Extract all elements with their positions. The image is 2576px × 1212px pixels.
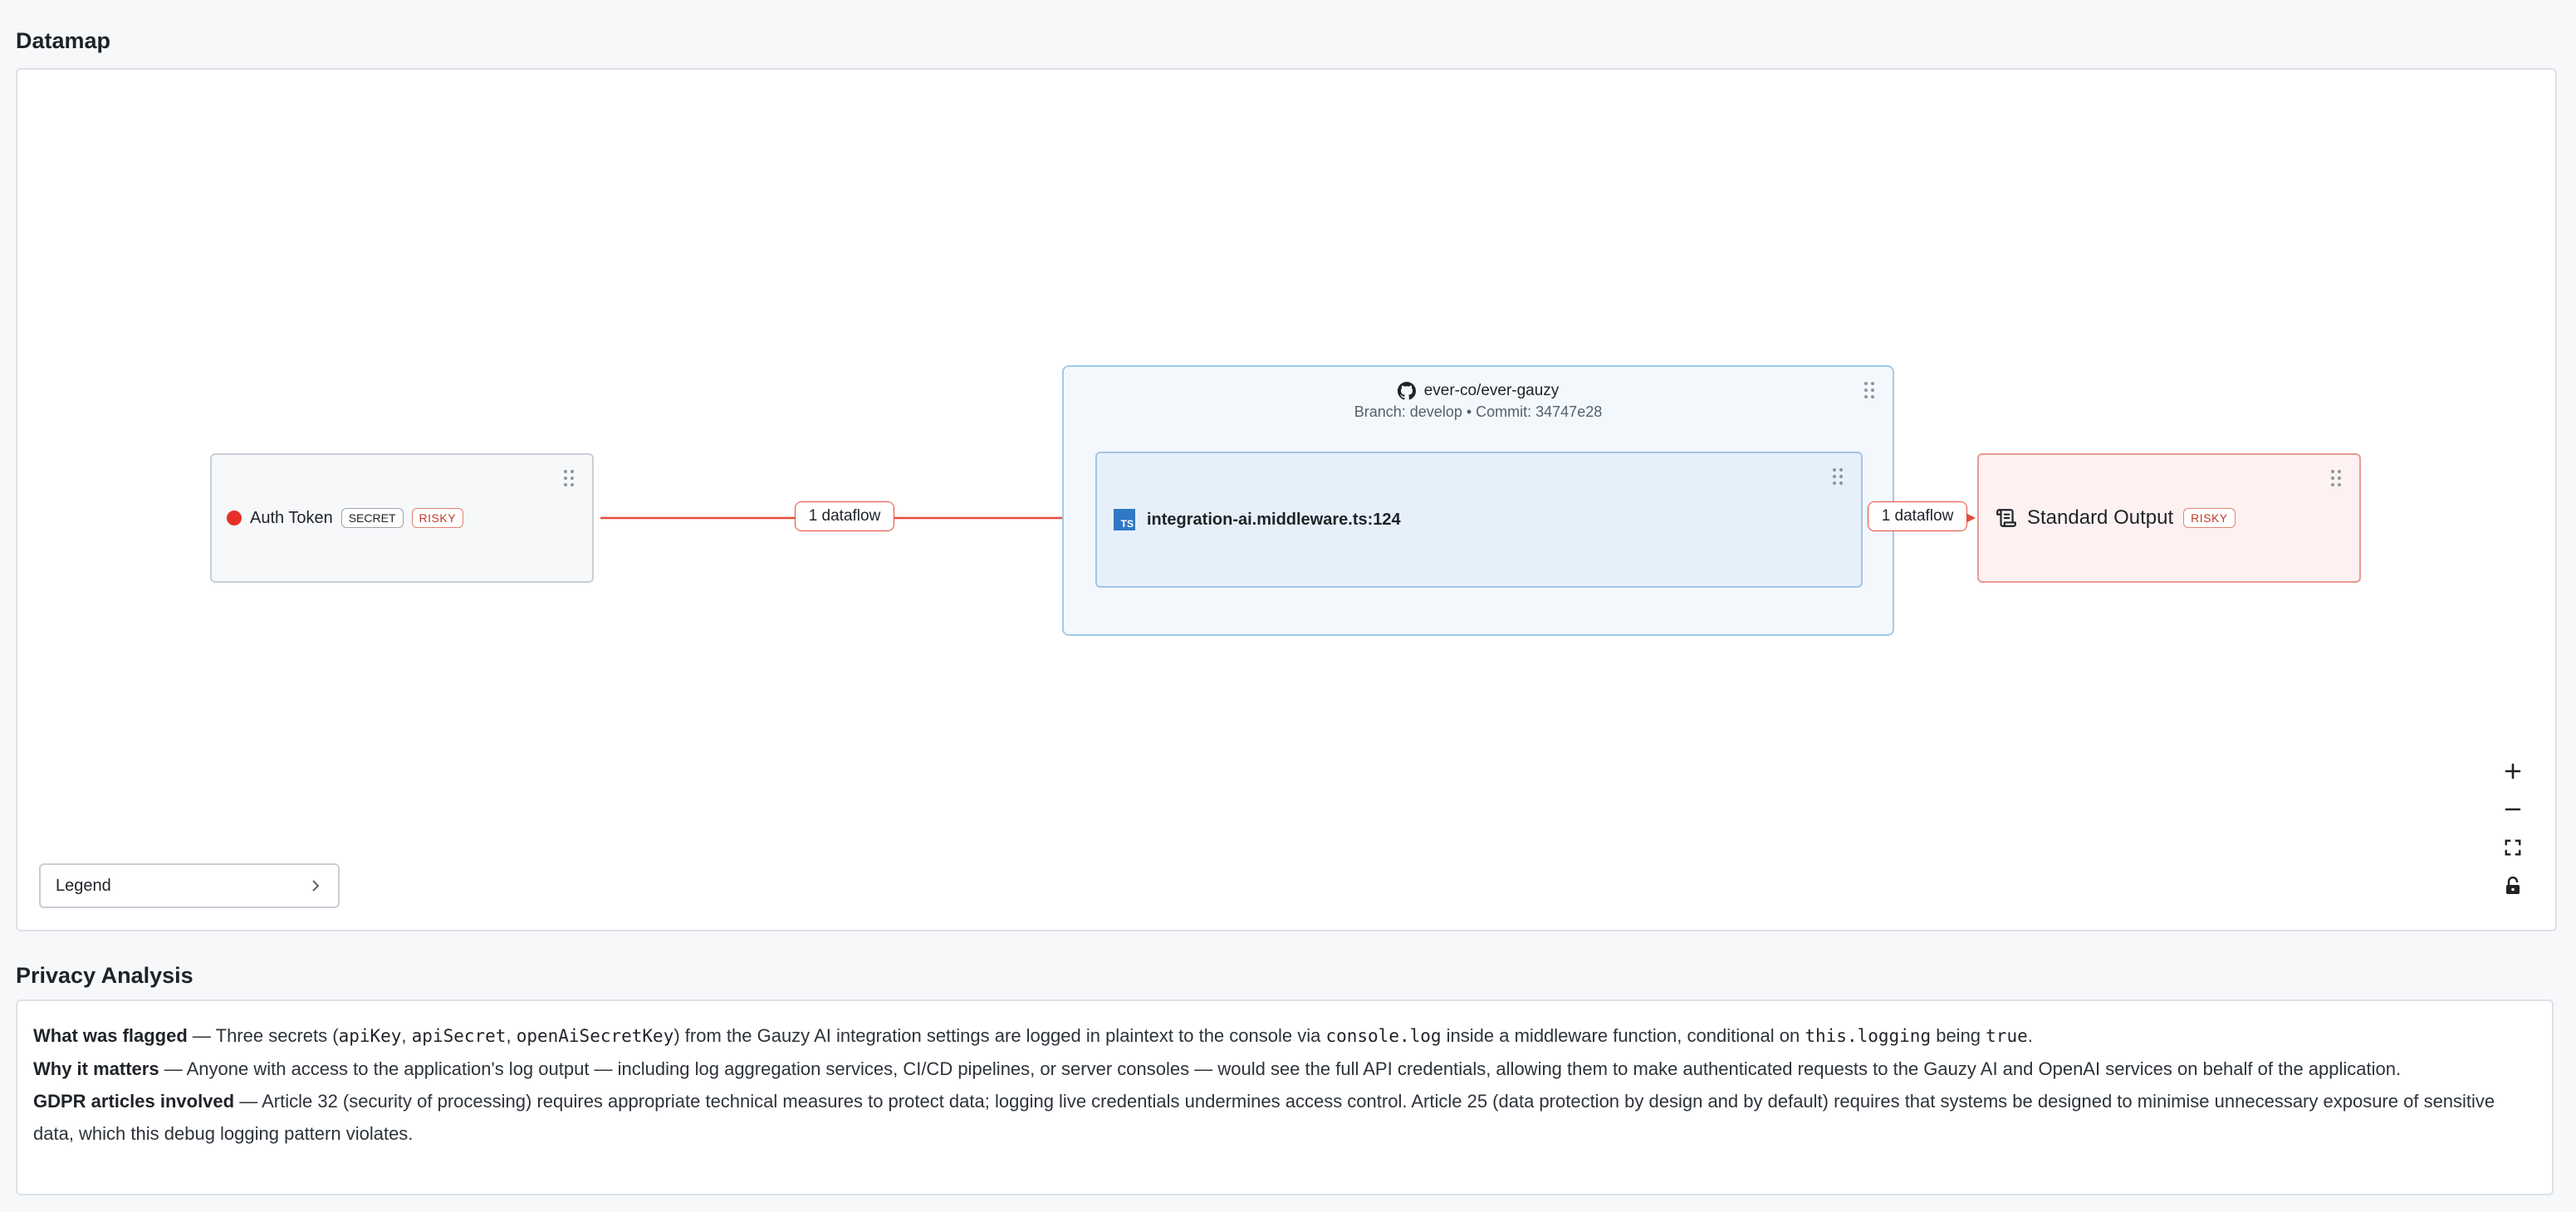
datamap-canvas[interactable]: Auth Token SECRET RISKY 1 dataflow ever-…	[16, 68, 2557, 931]
text-span: being	[1931, 1025, 1986, 1046]
gdpr-text: — Article 32 (security of processing) re…	[33, 1091, 2495, 1144]
canvas-controls	[2492, 752, 2534, 905]
scroll-log-icon	[1996, 509, 2016, 527]
drag-handle-icon[interactable]	[2331, 470, 2343, 486]
risky-badge: RISKY	[2183, 508, 2236, 528]
why-text: — Anyone with access to the application'…	[159, 1058, 2402, 1079]
drag-handle-icon[interactable]	[1833, 468, 1844, 485]
lock-button[interactable]	[2492, 867, 2534, 905]
gdpr-label: GDPR articles involved	[33, 1091, 235, 1112]
repo-group[interactable]: ever-co/ever-gauzy Branch: develop • Com…	[1062, 365, 1894, 636]
sink-node-standard-output[interactable]: Standard Output RISKY	[1977, 453, 2361, 583]
fit-view-icon	[2505, 839, 2521, 856]
privacy-analysis-title: Privacy Analysis	[16, 963, 193, 988]
sink-node-label: Standard Output	[2027, 506, 2174, 529]
why-it-matters-paragraph: Why it matters — Anyone with access to t…	[33, 1053, 2536, 1085]
risky-badge: RISKY	[411, 508, 464, 528]
zoom-in-button[interactable]	[2492, 752, 2534, 790]
lock-icon	[2506, 877, 2520, 894]
minus-icon	[2505, 808, 2521, 811]
edge-label-source[interactable]: 1 dataflow	[795, 501, 894, 531]
secret-badge: SECRET	[340, 508, 404, 528]
legend-label: Legend	[56, 876, 111, 895]
what-label: What was flagged	[33, 1025, 188, 1046]
code-true: true	[1986, 1026, 2028, 1046]
repo-name: ever-co/ever-gauzy	[1423, 382, 1560, 399]
edge-label-sink[interactable]: 1 dataflow	[1868, 501, 1967, 531]
datamap-title: Datamap	[16, 28, 111, 53]
source-node-auth-token[interactable]: Auth Token SECRET RISKY	[210, 453, 594, 583]
code-openAiSecretKey: openAiSecretKey	[516, 1026, 674, 1046]
code-console-log: console.log	[1325, 1026, 1442, 1046]
chevron-right-icon	[312, 880, 320, 892]
repo-branch-commit: Branch: develop • Commit: 34747e28	[1354, 403, 1603, 420]
text-span: ) from the Gauzy AI integration settings…	[673, 1025, 1326, 1046]
drag-handle-icon[interactable]	[564, 470, 575, 486]
what-was-flagged-paragraph: What was flagged — Three secrets (apiKey…	[33, 1019, 2536, 1053]
text-span: — Three secrets (	[187, 1025, 339, 1046]
zoom-out-button[interactable]	[2492, 790, 2534, 828]
github-icon	[1397, 382, 1416, 400]
file-node-label: integration-ai.middleware.ts:124	[1147, 510, 1401, 529]
repo-header: ever-co/ever-gauzy Branch: develop • Com…	[1064, 382, 1893, 421]
legend-toggle-button[interactable]: Legend	[39, 863, 340, 908]
text-span: ,	[401, 1025, 412, 1046]
fit-view-button[interactable]	[2492, 828, 2534, 867]
why-label: Why it matters	[33, 1058, 159, 1079]
text-span: .	[2027, 1025, 2033, 1046]
code-apiKey: apiKey	[338, 1026, 402, 1046]
gdpr-paragraph: GDPR articles involved — Article 32 (sec…	[33, 1085, 2536, 1150]
source-node-label: Auth Token	[250, 508, 333, 527]
drag-handle-icon[interactable]	[1864, 382, 1876, 398]
code-apiSecret: apiSecret	[411, 1026, 507, 1046]
text-span: inside a middleware function, conditiona…	[1441, 1025, 1805, 1046]
risk-status-dot	[227, 511, 242, 525]
privacy-analysis-panel: What was flagged — Three secrets (apiKey…	[16, 999, 2554, 1195]
code-this-logging: this.logging	[1805, 1026, 1932, 1046]
plus-icon	[2505, 763, 2521, 779]
file-node[interactable]: TS integration-ai.middleware.ts:124	[1095, 452, 1863, 588]
typescript-file-icon: TS	[1114, 509, 1135, 530]
text-span: ,	[506, 1025, 517, 1046]
